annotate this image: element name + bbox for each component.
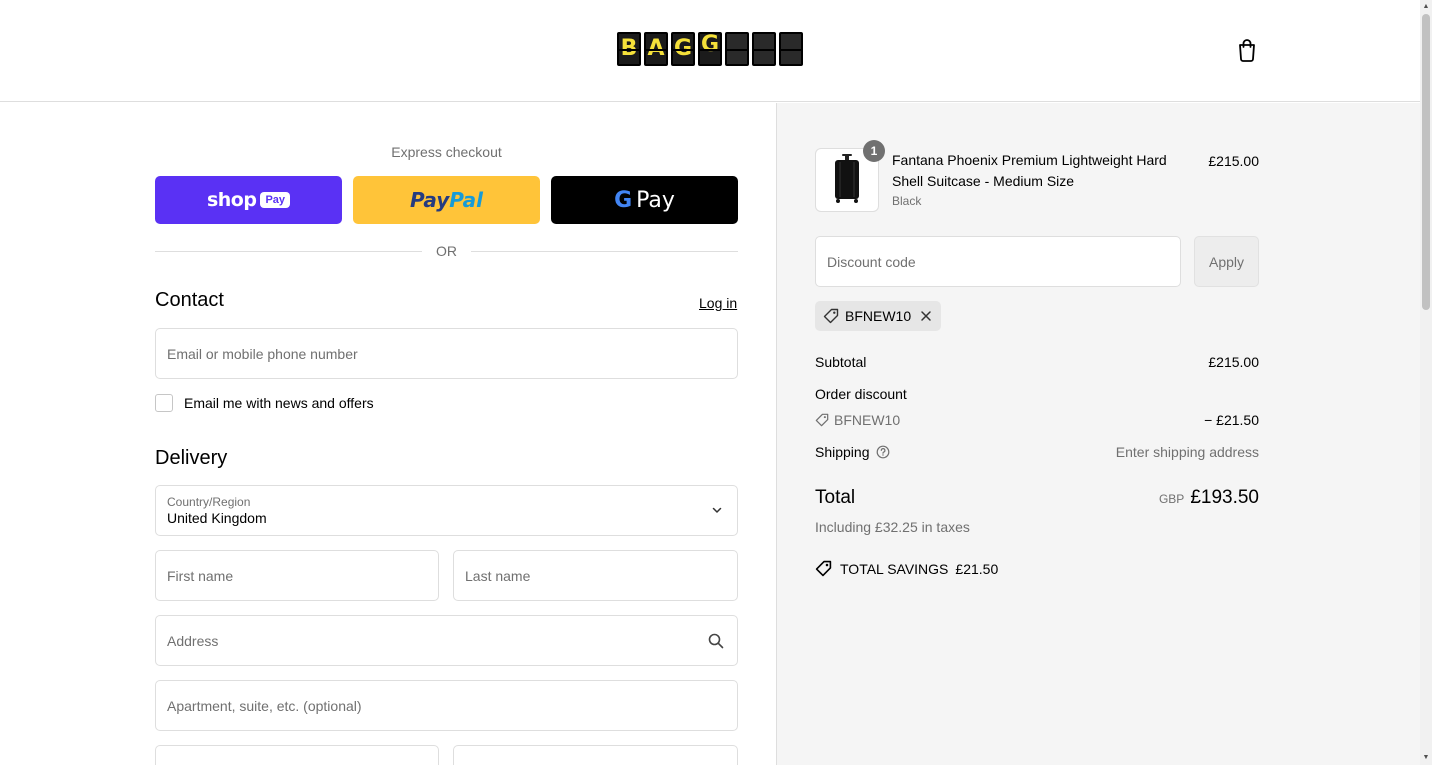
divider-line (471, 250, 738, 252)
discount-code-input[interactable]: Discount code (815, 236, 1181, 287)
logo-tile (752, 32, 776, 66)
logo-tile (779, 32, 803, 66)
savings-value: £21.50 (955, 560, 999, 577)
product-price: £215.00 (1208, 153, 1259, 169)
total-value-group: GBP £193.50 (1159, 487, 1259, 509)
subtotal-value: £215.00 (1208, 354, 1259, 370)
chevron-down-icon (712, 507, 722, 513)
logo-tile: A (644, 32, 668, 66)
discount-placeholder: Discount code (827, 253, 916, 270)
paypal-label-pal: Pal (449, 188, 484, 212)
newsletter-checkbox[interactable] (155, 394, 173, 412)
city-field[interactable] (155, 745, 439, 765)
last-name-placeholder: Last name (465, 567, 531, 584)
contact-heading: Contact (155, 289, 224, 311)
cart-button[interactable] (1236, 38, 1258, 62)
express-checkout-title: Express checkout (391, 144, 502, 160)
remove-discount-icon[interactable] (919, 309, 933, 323)
paypal-label-pay: Pay (409, 188, 450, 212)
shop-pay-button[interactable]: shop Pay (155, 176, 342, 224)
total-savings: TOTAL SAVINGS £21.50 (815, 560, 998, 577)
apartment-field[interactable]: Apartment, suite, etc. (optional) (155, 680, 738, 731)
product-variant: Black (892, 194, 922, 208)
order-discount-label: Order discount (815, 386, 907, 402)
scrollbar-thumb[interactable] (1422, 14, 1430, 310)
shipping-label-group: Shipping (815, 444, 890, 460)
logo-tile: G (698, 32, 722, 66)
address-placeholder: Address (167, 632, 219, 649)
tag-icon (815, 560, 832, 577)
apply-discount-button[interactable]: Apply (1194, 236, 1259, 287)
site-header: B A G G (0, 0, 1420, 102)
applied-code-text: BFNEW10 (845, 308, 912, 324)
applied-discount-chip: BFNEW10 (815, 301, 942, 331)
tag-icon (823, 308, 839, 324)
total-row: Total GBP £193.50 (815, 487, 1259, 513)
or-divider: OR (155, 242, 738, 260)
logo-tile: G (671, 32, 695, 66)
scroll-down-arrow-icon[interactable]: ▼ (1422, 754, 1430, 762)
shipping-value: Enter shipping address (1115, 444, 1259, 460)
newsletter-checkbox-row[interactable]: Email me with news and offers (155, 394, 374, 412)
currency-code: GBP (1158, 492, 1185, 506)
quantity-badge: 1 (863, 140, 885, 162)
address-field[interactable]: Address (155, 615, 738, 666)
order-discount-row: Order discount (815, 386, 1259, 402)
newsletter-label: Email me with news and offers (184, 395, 374, 411)
discount-amount: − £21.50 (1204, 412, 1259, 428)
divider-line (155, 250, 422, 252)
login-link[interactable]: Log in (699, 295, 737, 311)
total-label: Total (815, 487, 856, 508)
shipping-row: Shipping Enter shipping address (815, 444, 1259, 460)
country-value: United Kingdom (167, 509, 267, 526)
country-label: Country/Region (167, 494, 251, 509)
total-value: £193.50 (1190, 487, 1259, 508)
taxes-text: Including £32.25 in taxes (815, 519, 970, 535)
checkout-form-panel: Express checkout shop Pay Pay Pal G Pay O… (0, 103, 777, 765)
or-text: OR (436, 243, 457, 259)
paypal-button[interactable]: Pay Pal (353, 176, 540, 224)
discount-detail-row: BFNEW10 − £21.50 (815, 412, 1259, 430)
product-name: Fantana Phoenix Premium Lightweight Hard… (892, 152, 1167, 189)
order-summary-panel: 1 Fantana Phoenix Premium Lightweight Ha… (777, 103, 1420, 765)
taxes-row: Including £32.25 in taxes (815, 519, 1259, 535)
logo-tile: B (617, 32, 641, 66)
discount-code-label: BFNEW10 (834, 412, 901, 428)
google-pay-label: Pay (636, 187, 675, 213)
google-g-icon: G (614, 187, 633, 213)
search-icon (708, 633, 724, 649)
email-placeholder: Email or mobile phone number (167, 345, 358, 362)
help-icon[interactable] (876, 445, 890, 459)
shopping-bag-icon (1239, 39, 1255, 62)
first-name-field[interactable]: First name (155, 550, 439, 601)
logo-tile (725, 32, 749, 66)
last-name-field[interactable]: Last name (453, 550, 738, 601)
scroll-up-arrow-icon[interactable]: ▲ (1422, 3, 1430, 11)
google-pay-button[interactable]: G Pay (551, 176, 738, 224)
email-field[interactable]: Email or mobile phone number (155, 328, 738, 379)
store-logo[interactable]: B A G G (617, 32, 803, 66)
shop-pay-pill: Pay (260, 192, 291, 208)
tag-icon (815, 413, 829, 427)
apartment-placeholder: Apartment, suite, etc. (optional) (167, 697, 362, 714)
country-select[interactable]: Country/Region United Kingdom (155, 485, 738, 536)
shipping-label: Shipping (815, 444, 870, 460)
discount-code-tag: BFNEW10 (815, 412, 900, 428)
subtotal-row: Subtotal £215.00 (815, 354, 1259, 370)
savings-label: TOTAL SAVINGS (840, 560, 949, 577)
shop-pay-label: shop (206, 189, 257, 211)
delivery-heading: Delivery (155, 447, 228, 469)
postcode-field[interactable] (453, 745, 738, 765)
first-name-placeholder: First name (167, 567, 234, 584)
subtotal-label: Subtotal (815, 354, 867, 370)
